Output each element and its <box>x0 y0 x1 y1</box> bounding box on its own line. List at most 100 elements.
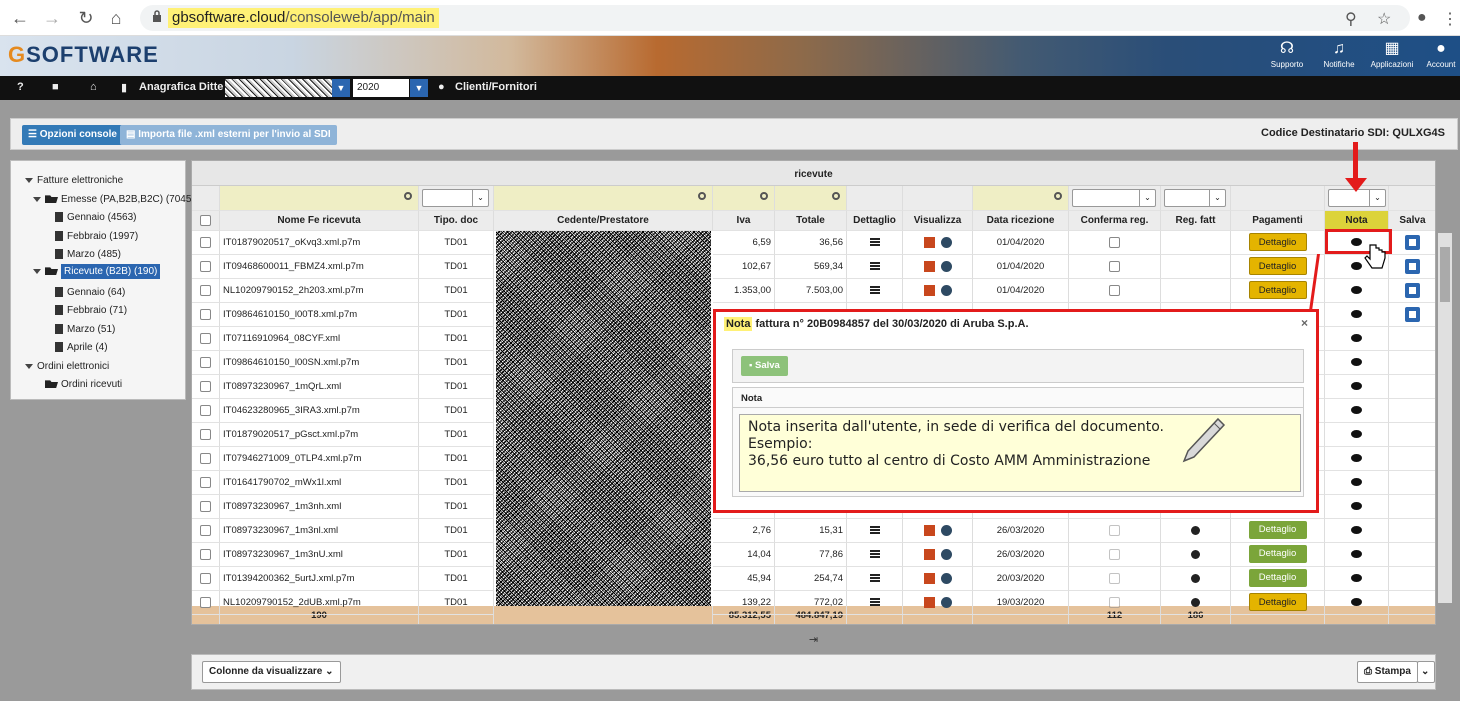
tree-node-ricevute-marzo[interactable]: Marzo (51) <box>55 324 115 335</box>
video-icon[interactable]: ■ <box>52 81 59 93</box>
row-checkbox[interactable] <box>200 236 211 248</box>
account-button[interactable]: ● Account <box>1418 38 1460 69</box>
filter-select[interactable]: ⌄ <box>1164 189 1226 207</box>
view-icon[interactable] <box>940 548 952 560</box>
pdf-icon[interactable] <box>923 524 935 536</box>
pdf-icon[interactable] <box>923 236 935 248</box>
comment-icon[interactable] <box>1351 310 1362 319</box>
filter-nome[interactable] <box>220 186 419 211</box>
row-checkbox[interactable] <box>200 452 211 464</box>
chevron-down-icon[interactable]: ⌄ <box>472 190 488 206</box>
chevron-down-icon[interactable]: ⌄ <box>1369 190 1385 206</box>
zoom-icon[interactable]: ⚲ <box>1345 9 1357 29</box>
comment-icon[interactable] <box>1351 478 1362 487</box>
filter-reg[interactable]: ⌄ <box>1161 186 1231 211</box>
row-checkbox[interactable] <box>200 572 211 584</box>
conferma-checkbox[interactable] <box>1109 236 1120 248</box>
comment-icon[interactable] <box>1351 334 1362 343</box>
row-checkbox[interactable] <box>200 428 211 440</box>
details-menu-icon[interactable] <box>869 598 880 607</box>
view-icon[interactable] <box>940 284 952 296</box>
conferma-checkbox[interactable] <box>1109 284 1120 296</box>
expand-icon[interactable] <box>33 268 41 274</box>
row-checkbox[interactable] <box>200 308 211 320</box>
search-icon[interactable] <box>760 192 768 200</box>
details-menu-icon[interactable] <box>869 238 880 247</box>
row-checkbox[interactable] <box>200 356 211 368</box>
view-icon[interactable] <box>940 260 952 272</box>
save-icon[interactable] <box>1405 282 1420 298</box>
row-checkbox[interactable] <box>200 284 211 296</box>
save-icon[interactable] <box>1405 234 1420 250</box>
col-header-sel[interactable] <box>192 211 220 231</box>
expand-icon[interactable] <box>25 363 33 369</box>
importa-xml-button[interactable]: ▤ Importa file .xml esterni per l'invio … <box>120 125 337 145</box>
scrollbar-thumb[interactable] <box>1440 247 1450 302</box>
dettaglio-button[interactable]: Dettaglio <box>1248 545 1307 564</box>
details-menu-icon[interactable] <box>869 550 880 559</box>
comment-icon[interactable] <box>1351 286 1362 295</box>
search-icon[interactable] <box>698 192 706 200</box>
filter-totale[interactable] <box>775 186 847 211</box>
applicazioni-button[interactable]: ▦ Applicazioni <box>1366 38 1418 69</box>
profile-icon[interactable]: ● <box>1417 9 1427 27</box>
comment-icon[interactable] <box>1351 598 1362 607</box>
supporto-button[interactable]: ☊ Supporto <box>1261 38 1313 69</box>
save-icon[interactable] <box>1405 258 1420 274</box>
star-icon[interactable]: ☆ <box>1377 9 1391 29</box>
year-dropdown-icon[interactable]: ▼ <box>410 79 428 97</box>
view-icon[interactable] <box>940 572 952 584</box>
tree-node-ordini[interactable]: Ordini elettronici <box>25 361 109 372</box>
filter-conf[interactable]: ⌄ <box>1069 186 1161 211</box>
view-icon[interactable] <box>940 596 952 608</box>
menu-icon[interactable]: ⋮ <box>1442 9 1458 29</box>
url-text[interactable]: gbsoftware.cloud/consoleweb/app/main <box>168 8 439 28</box>
search-icon[interactable] <box>832 192 840 200</box>
grid-scrollbar[interactable] <box>1438 233 1452 603</box>
pdf-icon[interactable] <box>923 284 935 296</box>
pdf-icon[interactable] <box>923 572 935 584</box>
filter-data[interactable] <box>973 186 1069 211</box>
row-checkbox[interactable] <box>200 596 211 608</box>
row-checkbox[interactable] <box>200 380 211 392</box>
close-icon[interactable]: × <box>1301 316 1308 330</box>
anagrafica-label[interactable]: Anagrafica Ditte <box>139 81 223 93</box>
filter-iva[interactable] <box>713 186 775 211</box>
save-icon[interactable] <box>1405 306 1420 322</box>
comment-icon[interactable] <box>1351 406 1362 415</box>
dettaglio-button[interactable]: Dettaglio <box>1248 521 1307 540</box>
row-checkbox[interactable] <box>200 524 211 536</box>
dettaglio-button[interactable]: Dettaglio <box>1248 233 1307 252</box>
year-select[interactable]: 2020 <box>353 79 409 97</box>
comment-icon[interactable] <box>1351 526 1362 535</box>
select-all-checkbox[interactable] <box>200 214 211 226</box>
comment-icon[interactable] <box>1351 430 1362 439</box>
tree-node-ricevute-aprile[interactable]: Aprile (4) <box>55 342 108 353</box>
conferma-checkbox[interactable] <box>1109 572 1120 584</box>
comment-icon[interactable] <box>1351 550 1362 559</box>
row-checkbox[interactable] <box>200 404 211 416</box>
opzioni-console-button[interactable]: ☰ Opzioni console <box>22 125 123 145</box>
filter-det[interactable] <box>847 186 903 211</box>
ditta-dropdown-icon[interactable]: ▼ <box>332 79 350 97</box>
row-checkbox[interactable] <box>200 500 211 512</box>
filter-select[interactable]: ⌄ <box>1072 189 1156 207</box>
pdf-icon[interactable] <box>923 260 935 272</box>
view-icon[interactable] <box>940 524 952 536</box>
search-icon[interactable] <box>1054 192 1062 200</box>
dettaglio-button[interactable]: Dettaglio <box>1248 281 1307 300</box>
details-menu-icon[interactable] <box>869 262 880 271</box>
dettaglio-button[interactable]: Dettaglio <box>1248 257 1307 276</box>
row-checkbox[interactable] <box>200 476 211 488</box>
filter-tipo[interactable]: ⌄ <box>419 186 494 211</box>
tree-node-emesse[interactable]: Emesse (PA,B2B,B2C) (7045) <box>33 194 195 205</box>
pdf-icon[interactable] <box>923 596 935 608</box>
details-menu-icon[interactable] <box>869 574 880 583</box>
dialog-save-button[interactable]: ▪ Salva <box>741 356 788 376</box>
home-icon[interactable]: ⌂ <box>106 8 126 29</box>
pager[interactable]: ⇥ <box>191 628 1436 652</box>
reload-icon[interactable]: ↻ <box>76 8 96 29</box>
row-checkbox[interactable] <box>200 548 211 560</box>
filter-sel[interactable] <box>192 186 220 211</box>
back-icon[interactable]: ← <box>10 8 30 29</box>
